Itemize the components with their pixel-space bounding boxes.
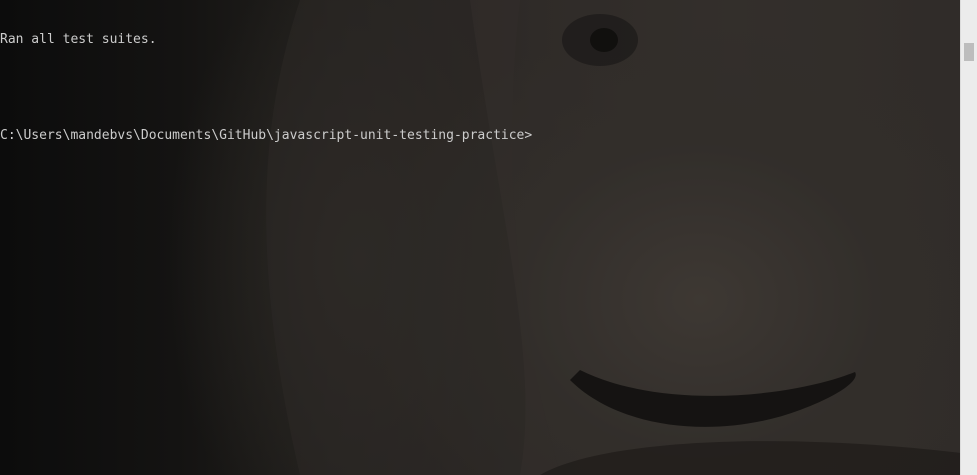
command-prompt[interactable]: C:\Users\mandebvs\Documents\GitHub\javas… [0,128,958,144]
vertical-scrollbar[interactable] [960,0,977,475]
scrollbar-thumb[interactable] [964,43,974,61]
output-line: Ran all test suites. [0,32,157,47]
console-output[interactable]: Ran all test suites. C:\Users\mandebvs\D… [0,0,958,176]
terminal-window[interactable]: Ran all test suites. C:\Users\mandebvs\D… [0,0,977,475]
